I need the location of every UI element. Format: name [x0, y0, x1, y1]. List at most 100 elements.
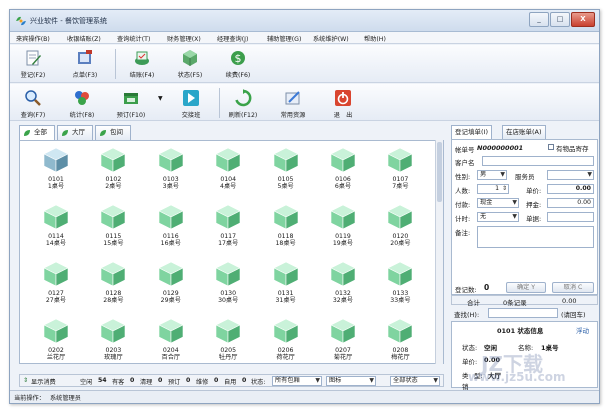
table-cell[interactable]: 0104 4桌号 [208, 147, 248, 201]
register-button[interactable]: 登记(F2) [18, 49, 48, 81]
show-consumption-toggle[interactable]: 显示消费 [31, 377, 56, 386]
menu-guest[interactable]: 来宾操作(B) [16, 34, 50, 43]
status-button[interactable]: 状态(F5) [175, 49, 205, 81]
table-cell[interactable]: 0119 19桌号 [323, 204, 363, 258]
table-cell[interactable]: 0206 荷花厅 [266, 318, 306, 363]
menu-query[interactable]: 查询统计(T) [117, 34, 150, 43]
area-filter-select[interactable]: 所有包厢 ▼ [272, 376, 322, 386]
deposit-checkbox[interactable] [548, 144, 554, 150]
deposit-money-input[interactable]: 0.00 [547, 198, 594, 208]
confirm-button[interactable]: 确定 Y [506, 282, 546, 293]
float-toggle[interactable]: 浮动 [576, 325, 589, 335]
view-mode-select[interactable]: 图标 ▼ [326, 376, 376, 386]
table-cell[interactable]: 0120 20桌号 [380, 204, 420, 258]
toolbar-separator [115, 49, 116, 79]
close-button[interactable]: X [571, 12, 595, 27]
table-cell[interactable]: 0207 菊花厅 [323, 318, 363, 363]
resources-button[interactable]: 常用资源 [278, 89, 308, 120]
table-cell[interactable]: 0115 15桌号 [93, 204, 133, 258]
table-cell[interactable]: 0107 7桌号 [380, 147, 420, 201]
table-name: 梅花厅 [391, 354, 410, 361]
table-cell[interactable]: 0118 18桌号 [266, 204, 306, 258]
table-cube-icon [43, 261, 69, 287]
title-bar[interactable]: 兴业软件 - 餐饮管理系统 _ □ X [10, 10, 599, 32]
table-cell[interactable]: 0116 16桌号 [151, 204, 191, 258]
table-number: 0204 [162, 347, 179, 354]
menu-assist[interactable]: 辅助管理(G) [267, 34, 301, 43]
table-number: 0127 [48, 290, 64, 297]
menu-finance[interactable]: 财务管理(X) [167, 34, 201, 43]
payment-select[interactable]: 现金 ▼ [477, 198, 519, 208]
table-cell[interactable]: 0103 3桌号 [151, 147, 191, 201]
reserve-dropdown-icon[interactable]: ▼ [158, 95, 163, 102]
receipt-input[interactable] [547, 212, 594, 222]
checkout-button[interactable]: 结账(F4) [127, 49, 157, 81]
table-cube-icon [272, 261, 299, 287]
exit-button[interactable]: 退 出 [328, 89, 358, 120]
reserved-count: 0 [186, 377, 191, 384]
register-count-label: 登记数: [455, 286, 477, 294]
gender-select[interactable]: 男 ▼ [477, 170, 507, 180]
remark-textarea[interactable] [477, 226, 594, 248]
people-stepper[interactable]: 1 ⇕ [477, 184, 509, 194]
table-cell[interactable]: 0132 32桌号 [323, 261, 363, 315]
waiter-select[interactable]: ▼ [547, 170, 594, 180]
menu-help[interactable]: 帮助(H) [364, 34, 386, 43]
table-cell[interactable]: 0106 6桌号 [323, 147, 363, 201]
total-amount: 0.00 [562, 297, 577, 305]
stepper-arrows-icon[interactable]: ⇕ [502, 185, 507, 193]
table-cell[interactable]: 0102 2桌号 [93, 147, 133, 201]
scrollbar-thumb[interactable] [437, 142, 442, 202]
menu-cashier[interactable]: 收银结账(Z) [67, 34, 101, 43]
menu-manager[interactable]: 经理查询(J) [217, 34, 248, 43]
payment-label: 付款: [455, 201, 471, 209]
tab-in-store-bills[interactable]: 在店账单(A) [502, 125, 546, 139]
table-cell[interactable]: 0208 梅花厅 [380, 318, 420, 363]
table-cell[interactable]: 0105 5桌号 [266, 147, 306, 201]
app-logo-icon [16, 16, 26, 26]
minimize-button[interactable]: _ [529, 12, 549, 27]
renew-button[interactable]: $ 续费(F6) [223, 49, 253, 81]
stats-button[interactable]: 统计(F8) [67, 89, 97, 120]
tab-register-form[interactable]: 登记填单(I) [451, 125, 492, 140]
table-cube-icon [387, 204, 414, 230]
table-cell[interactable]: 0101 1桌号 [36, 147, 76, 201]
reserved-count-label: 预订 [168, 379, 181, 386]
table-cell[interactable]: 0205 牡丹厅 [208, 318, 248, 363]
price-input[interactable]: 0.00 [547, 184, 594, 194]
grid-scrollbar[interactable] [435, 140, 443, 364]
reserve-button[interactable]: 预订(F10) [116, 89, 146, 120]
refresh-button[interactable]: 刷新(F12) [228, 89, 258, 120]
customer-input[interactable] [482, 156, 594, 166]
table-cell[interactable]: 0127 27桌号 [36, 261, 76, 315]
timing-select[interactable]: 无 ▼ [477, 212, 519, 222]
table-cell[interactable]: 0117 17桌号 [208, 204, 248, 258]
order-button[interactable]: 点单(F3) [70, 49, 100, 81]
tab-hall[interactable]: 大厅 [57, 125, 93, 140]
deposit-money-label: 押金: [526, 201, 542, 209]
find-input[interactable] [488, 308, 558, 318]
tab-private-room[interactable]: 包间 [95, 125, 131, 140]
cancel-button[interactable]: 取消 C [552, 282, 594, 293]
expand-icon[interactable]: ⇕ [23, 377, 28, 384]
table-cell[interactable]: 0133 33桌号 [380, 261, 420, 315]
menu-system[interactable]: 系统维护(W) [313, 34, 349, 43]
status-filter-select[interactable]: 全部状态 ▼ [390, 376, 440, 386]
search-button[interactable]: 查询(F7) [18, 89, 48, 120]
price-label: 单价: [526, 187, 542, 195]
shift-button[interactable]: 交接班 [176, 89, 206, 120]
table-cell[interactable]: 0114 14桌号 [36, 204, 76, 258]
table-cell[interactable]: 0129 29桌号 [151, 261, 191, 315]
table-number: 0114 [48, 233, 64, 240]
tab-all[interactable]: 全部 [19, 125, 55, 141]
table-cell[interactable]: 0128 28桌号 [93, 261, 133, 315]
table-cell[interactable]: 0130 30桌号 [208, 261, 248, 315]
maximize-button[interactable]: □ [550, 12, 570, 27]
table-cell[interactable]: 0204 百合厅 [151, 318, 191, 363]
table-cell[interactable]: 0202 兰花厅 [36, 318, 76, 363]
chevron-down-icon: ▼ [512, 213, 517, 220]
gender-value: 男 [480, 171, 487, 178]
self-use-count-label: 自用 [224, 379, 237, 386]
table-cell[interactable]: 0131 31桌号 [266, 261, 306, 315]
table-cell[interactable]: 0203 玫瑰厅 [93, 318, 133, 363]
